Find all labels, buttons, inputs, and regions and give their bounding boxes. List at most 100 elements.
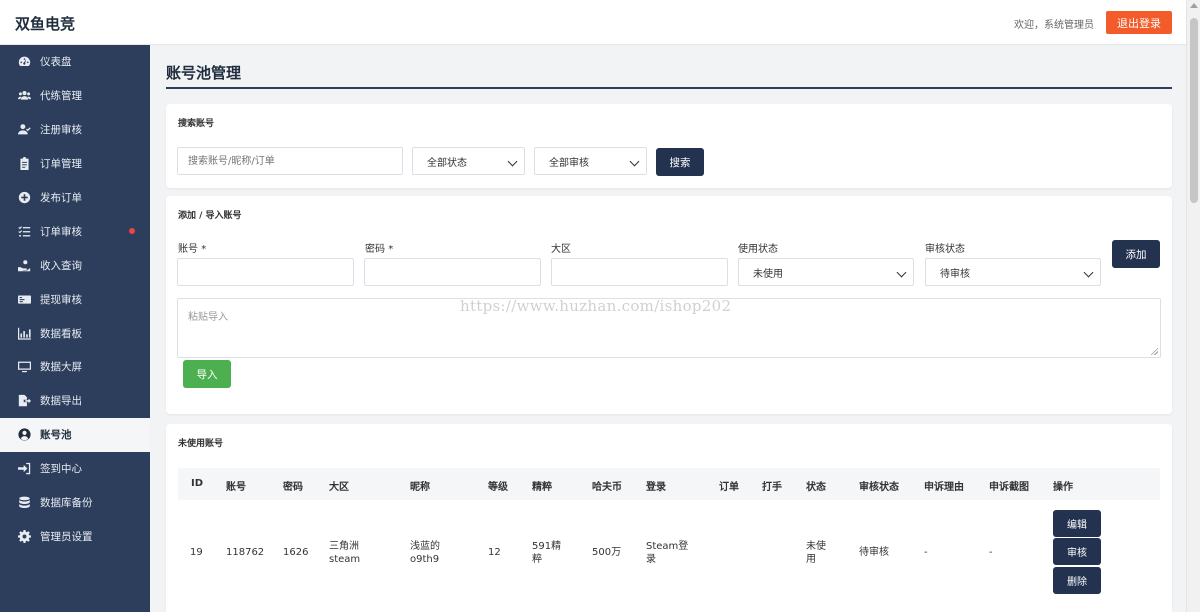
notification-dot: [129, 228, 135, 235]
sidebar-item-withdrawal-review[interactable]: 提现审核: [0, 282, 150, 316]
col-header-player: 打手: [762, 482, 782, 493]
sidebar-item-label: 数据库备份: [40, 497, 93, 510]
chevron-down-icon: [507, 156, 518, 167]
password-label: 密码 *: [365, 240, 393, 255]
sidebar-item-admin-settings[interactable]: 管理员设置: [0, 519, 150, 553]
cell-account: 118762: [226, 547, 265, 558]
sidebar-item-data-screen[interactable]: 数据大屏: [0, 350, 150, 384]
monitor-icon: [17, 360, 31, 374]
sidebar-item-label: 数据大屏: [40, 361, 82, 374]
cell-coins: 500万: [592, 547, 622, 558]
sidebar-item-label: 订单审核: [40, 225, 82, 238]
dashboard-icon: [17, 55, 31, 69]
sidebar-item-order-review[interactable]: 订单审核: [0, 214, 150, 248]
brand-logo: 双鱼电竞: [15, 15, 76, 33]
database-icon: [17, 496, 31, 510]
sidebar-item-order-management[interactable]: 订单管理: [0, 147, 150, 181]
money-card-icon: [17, 292, 31, 306]
col-header-audit-status: 审核状态: [859, 482, 899, 493]
users-icon: [17, 89, 31, 103]
sidebar-item-label: 代练管理: [40, 90, 82, 103]
col-header-coins: 哈夫币: [592, 482, 622, 493]
sign-in-icon: [17, 462, 31, 476]
sidebar-item-account-pool[interactable]: 账号池: [0, 417, 150, 452]
required-mark: *: [201, 244, 207, 255]
sidebar-item-label: 收入查询: [40, 259, 82, 272]
sidebar-item-publish-order[interactable]: 发布订单: [0, 181, 150, 215]
top-bar: 双鱼电竞 欢迎，系统管理员 退出登录: [0, 0, 1186, 45]
col-header-login: 登录: [646, 482, 666, 493]
cell-audit: 待审核: [859, 547, 889, 558]
file-export-icon: [17, 394, 31, 408]
sidebar-item-label: 数据导出: [40, 395, 82, 408]
chart-icon: [17, 326, 31, 340]
cell-appeal-reason: -: [924, 547, 928, 558]
status-filter-value: 全部状态: [427, 157, 467, 169]
logout-button[interactable]: 退出登录: [1106, 11, 1172, 34]
col-header-order: 订单: [719, 482, 739, 493]
sidebar-item-registration-review[interactable]: 注册审核: [0, 113, 150, 147]
scroll-up-icon[interactable]: [1190, 3, 1198, 8]
edit-button[interactable]: 编辑: [1053, 510, 1101, 537]
cell-level: 12: [488, 547, 501, 558]
status-filter-select[interactable]: 全部状态: [412, 147, 525, 175]
sidebar-item-sign-in-center[interactable]: 签到中心: [0, 452, 150, 486]
watermark-text: https://www.huzhan.com/ishop202: [460, 297, 732, 315]
region-label: 大区: [551, 244, 571, 255]
col-header-password: 密码: [283, 482, 303, 493]
col-header-nickname: 昵称: [410, 482, 430, 493]
list-check-icon: [17, 224, 31, 238]
cell-nickname: 浅蓝的 o9th9: [410, 541, 440, 565]
sidebar-item-boosters[interactable]: 代练管理: [0, 79, 150, 113]
col-header-actions: 操作: [1053, 482, 1073, 493]
search-card-title: 搜索账号: [178, 119, 215, 129]
page-scrollbar[interactable]: [1186, 0, 1200, 612]
region-input[interactable]: [551, 258, 728, 286]
col-header-region: 大区: [329, 482, 349, 493]
chevron-down-icon: [1083, 267, 1094, 278]
cell-login: Steam登 录: [646, 541, 689, 565]
password-label-text: 密码: [365, 244, 385, 255]
search-button[interactable]: 搜索: [656, 148, 704, 176]
use-status-select[interactable]: 未使用: [738, 258, 914, 286]
sidebar-item-database-backup[interactable]: 数据库备份: [0, 486, 150, 520]
page-title: 账号池管理: [166, 64, 242, 82]
delete-button[interactable]: 删除: [1053, 567, 1101, 594]
scrollbar-thumb[interactable]: [1190, 18, 1198, 203]
col-header-account: 账号: [226, 482, 246, 493]
sidebar-item-label: 仪表盘: [40, 56, 72, 69]
review-button[interactable]: 审核: [1053, 538, 1101, 565]
sidebar-item-income-query[interactable]: 收入查询: [0, 248, 150, 282]
sidebar-item-dashboard[interactable]: 仪表盘: [0, 45, 150, 79]
table-header-row: ID 账号 密码 大区 昵称 等级 精粹 哈夫币 登录 订单 打手 状态 审核状…: [178, 468, 1160, 500]
sidebar-item-data-board[interactable]: 数据看板: [0, 316, 150, 350]
audit-status-select[interactable]: 待审核: [925, 258, 1101, 286]
cell-region: 三角洲 steam: [329, 541, 361, 565]
sidebar-item-label: 提现审核: [40, 293, 82, 306]
chevron-down-icon: [629, 156, 640, 167]
clipboard-icon: [17, 157, 31, 171]
cell-essence: 591精 粹: [532, 541, 562, 565]
password-input[interactable]: [364, 258, 541, 286]
paste-import-placeholder: 粘贴导入: [188, 312, 228, 323]
add-card-title: 添加 / 导入账号: [178, 211, 242, 221]
account-label: 账号 *: [178, 240, 206, 255]
col-header-id: ID: [191, 478, 204, 489]
unused-accounts-card: 未使用账号 ID 账号 密码 大区 昵称 等级 精粹 哈夫币 登录 订单 打手 …: [166, 424, 1172, 612]
user-check-icon: [17, 123, 31, 137]
search-input[interactable]: [177, 147, 403, 175]
hand-coin-icon: [17, 258, 31, 272]
col-header-appeal-screenshot: 申诉截图: [989, 482, 1029, 493]
account-input[interactable]: [177, 258, 354, 286]
sidebar-item-label: 订单管理: [40, 158, 82, 171]
add-button[interactable]: 添加: [1112, 240, 1160, 268]
use-status-value: 未使用: [753, 268, 783, 280]
import-button[interactable]: 导入: [183, 360, 231, 388]
chevron-down-icon: [896, 267, 907, 278]
gear-icon: [17, 529, 31, 543]
audit-filter-select[interactable]: 全部审核: [534, 147, 647, 175]
sidebar-item-data-export[interactable]: 数据导出: [0, 384, 150, 418]
sidebar-item-label: 注册审核: [40, 124, 82, 137]
resize-handle-icon[interactable]: [1150, 347, 1158, 355]
use-status-label: 使用状态: [738, 244, 778, 255]
